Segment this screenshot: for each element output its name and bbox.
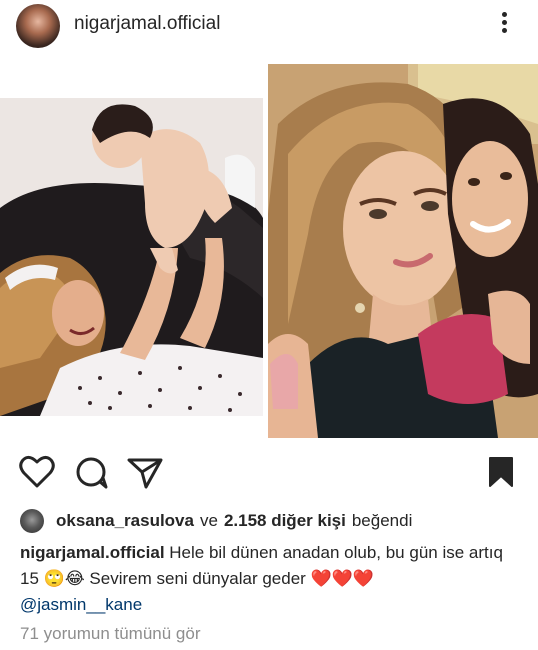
likes-connector: ve xyxy=(199,511,218,530)
paper-plane-icon[interactable] xyxy=(126,452,164,492)
caption-author[interactable]: nigarjamal.official xyxy=(20,543,165,562)
post-actions xyxy=(0,452,538,496)
heart-outline-icon[interactable] xyxy=(18,452,56,492)
profile-avatar[interactable] xyxy=(16,4,60,48)
caption-hearts: ❤️❤️❤️ xyxy=(310,569,375,588)
more-options-icon[interactable] xyxy=(494,10,514,38)
post-header: nigarjamal.official xyxy=(0,0,538,50)
liker-username[interactable]: oksana_rasulova xyxy=(56,511,194,531)
post-username[interactable]: nigarjamal.official xyxy=(74,13,220,35)
post-media[interactable] xyxy=(0,60,538,442)
likes-others-count[interactable]: 2.158 diğer kişi xyxy=(224,511,346,531)
bookmark-filled-icon[interactable] xyxy=(484,452,518,492)
likes-suffix: beğendi xyxy=(351,511,413,530)
photo-mother-daughter-selfie xyxy=(268,64,538,438)
photo-mother-lifting-baby xyxy=(0,98,263,416)
caption-text-2: Sevirem seni dünyalar geder xyxy=(89,569,306,588)
post-caption: nigarjamal.official Hele bil dünen anada… xyxy=(20,540,525,618)
view-all-comments-link[interactable]: 71 yorumun tümünü gör xyxy=(20,624,201,644)
liker-avatar[interactable] xyxy=(20,509,44,533)
comment-bubble-icon[interactable] xyxy=(72,452,110,492)
likes-summary: oksana_rasulova ve 2.158 diğer kişi beğe… xyxy=(20,508,412,534)
caption-mention[interactable]: @jasmin__kane xyxy=(20,595,142,614)
caption-emojis: 🙄😂 xyxy=(43,569,85,588)
